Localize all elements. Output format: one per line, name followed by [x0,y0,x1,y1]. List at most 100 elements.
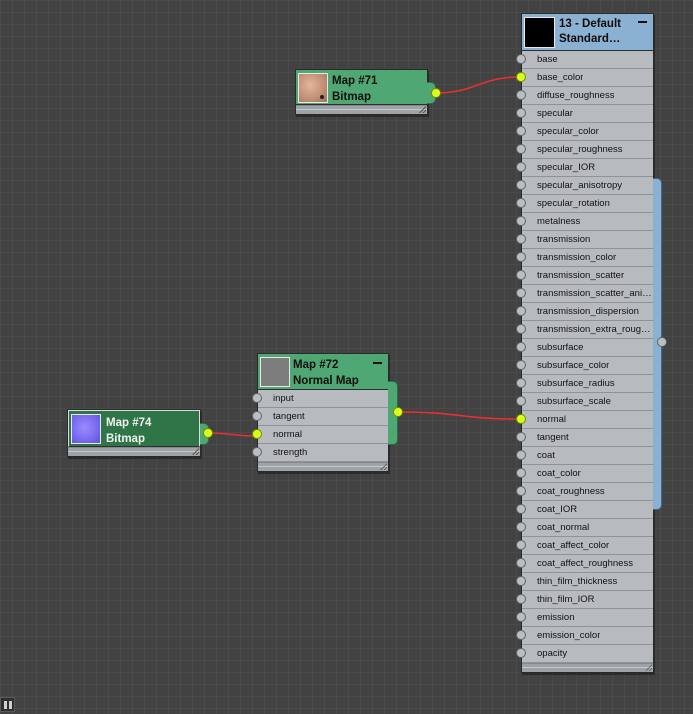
input-socket[interactable] [516,594,526,604]
node-header[interactable]: Map #72 Normal Map [258,354,388,390]
quick-help-icon[interactable] [0,697,15,712]
slot-row[interactable]: transmission_scatter [516,267,653,285]
slot-row[interactable]: diffuse_roughness [516,87,653,105]
input-socket[interactable] [252,429,262,439]
wire-map71-to-base-color[interactable] [435,76,521,94]
input-socket[interactable] [516,396,526,406]
slot-row[interactable]: transmission_dispersion [516,303,653,321]
slot-row[interactable]: thin_film_IOR [516,591,653,609]
slot-row[interactable]: normal [516,411,653,429]
slot-row[interactable]: coat_affect_color [516,537,653,555]
input-socket[interactable] [516,486,526,496]
input-socket[interactable] [516,162,526,172]
output-socket-map71[interactable] [431,88,441,98]
slot-row[interactable]: input [252,390,388,408]
slot-row[interactable]: emission_color [516,627,653,645]
slot-row[interactable]: coat [516,447,653,465]
slot-row[interactable]: specular_color [516,123,653,141]
input-socket[interactable] [516,558,526,568]
slot-row[interactable]: coat_color [516,465,653,483]
slot-row[interactable]: base_color [516,69,653,87]
input-socket[interactable] [516,126,526,136]
slot-row[interactable]: specular_IOR [516,159,653,177]
collapse-icon[interactable] [638,21,647,23]
slot-label: coat [537,450,555,461]
bitmap-node-map74[interactable]: Map #74 Bitmap [67,409,201,457]
input-socket[interactable] [516,270,526,280]
slot-row[interactable]: specular_anisotropy [516,177,653,195]
input-socket[interactable] [516,576,526,586]
slot-row[interactable]: transmission [516,231,653,249]
slot-row[interactable]: subsurface_scale [516,393,653,411]
slot-row[interactable]: normal [252,426,388,444]
input-socket[interactable] [516,306,526,316]
slot-row[interactable]: coat_affect_roughness [516,555,653,573]
slot-row[interactable]: emission [516,609,653,627]
input-socket[interactable] [516,468,526,478]
slot-row[interactable]: strength [252,444,388,462]
input-socket[interactable] [516,198,526,208]
slot-row[interactable]: transmission_scatter_ani… [516,285,653,303]
slot-row[interactable]: coat_roughness [516,483,653,501]
input-socket[interactable] [516,108,526,118]
slot-row[interactable]: specular_rotation [516,195,653,213]
input-socket[interactable] [516,252,526,262]
resize-grip-icon[interactable] [645,664,652,671]
input-socket[interactable] [516,612,526,622]
input-socket[interactable] [252,447,262,457]
slot-row[interactable]: subsurface_radius [516,375,653,393]
slot-row[interactable]: coat_IOR [516,501,653,519]
input-socket[interactable] [516,414,526,424]
slot-row[interactable]: base [516,51,653,69]
input-socket[interactable] [516,360,526,370]
bitmap-node-map71[interactable]: Map #71 Bitmap [295,69,428,115]
slot-row[interactable]: specular [516,105,653,123]
slot-row[interactable]: thin_film_thickness [516,573,653,591]
node-header[interactable]: Map #74 Bitmap [68,410,200,447]
output-socket-map72[interactable] [393,407,403,417]
resize-grip-icon[interactable] [419,106,426,113]
wire-normal-map-to-material-normal[interactable] [397,411,521,420]
wire-map74-to-normal-map-normal[interactable] [207,432,257,437]
material-node-standard-surface[interactable]: 13 - Default Standard… base base_color dif… [516,13,654,673]
output-socket-material[interactable] [657,337,667,347]
input-socket[interactable] [516,72,526,82]
input-socket[interactable] [516,342,526,352]
input-socket[interactable] [516,630,526,640]
input-socket[interactable] [516,648,526,658]
input-socket[interactable] [516,180,526,190]
input-socket[interactable] [516,234,526,244]
slot-row[interactable]: coat_normal [516,519,653,537]
node-header[interactable]: 13 - Default Standard… [522,14,653,51]
node-header[interactable]: Map #71 Bitmap [296,70,427,105]
resize-grip-icon[interactable] [192,448,199,455]
input-socket[interactable] [252,411,262,421]
slot-row[interactable]: transmission_extra_roug… [516,321,653,339]
normal-map-node-map72[interactable]: Map #72 Normal Map input tangent normal str… [252,353,389,472]
slot-row[interactable]: opacity [516,645,653,663]
slot-row[interactable]: transmission_color [516,249,653,267]
input-socket[interactable] [516,540,526,550]
input-socket[interactable] [516,90,526,100]
slot-row[interactable]: tangent [252,408,388,426]
input-socket[interactable] [516,324,526,334]
input-socket[interactable] [516,450,526,460]
input-socket[interactable] [516,54,526,64]
slot-row[interactable]: tangent [516,429,653,447]
input-socket[interactable] [516,288,526,298]
resize-grip-icon[interactable] [380,463,387,470]
input-socket[interactable] [252,393,262,403]
slot-row[interactable]: subsurface [516,339,653,357]
slot-row[interactable]: subsurface_color [516,357,653,375]
output-socket-map74[interactable] [203,428,213,438]
input-socket[interactable] [516,144,526,154]
input-socket[interactable] [516,216,526,226]
input-socket[interactable] [516,432,526,442]
slot-row[interactable]: metalness [516,213,653,231]
collapse-icon[interactable] [373,362,382,364]
input-socket[interactable] [516,522,526,532]
slot-row[interactable]: specular_roughness [516,141,653,159]
input-socket[interactable] [516,378,526,388]
node-footer [522,663,653,672]
input-socket[interactable] [516,504,526,514]
